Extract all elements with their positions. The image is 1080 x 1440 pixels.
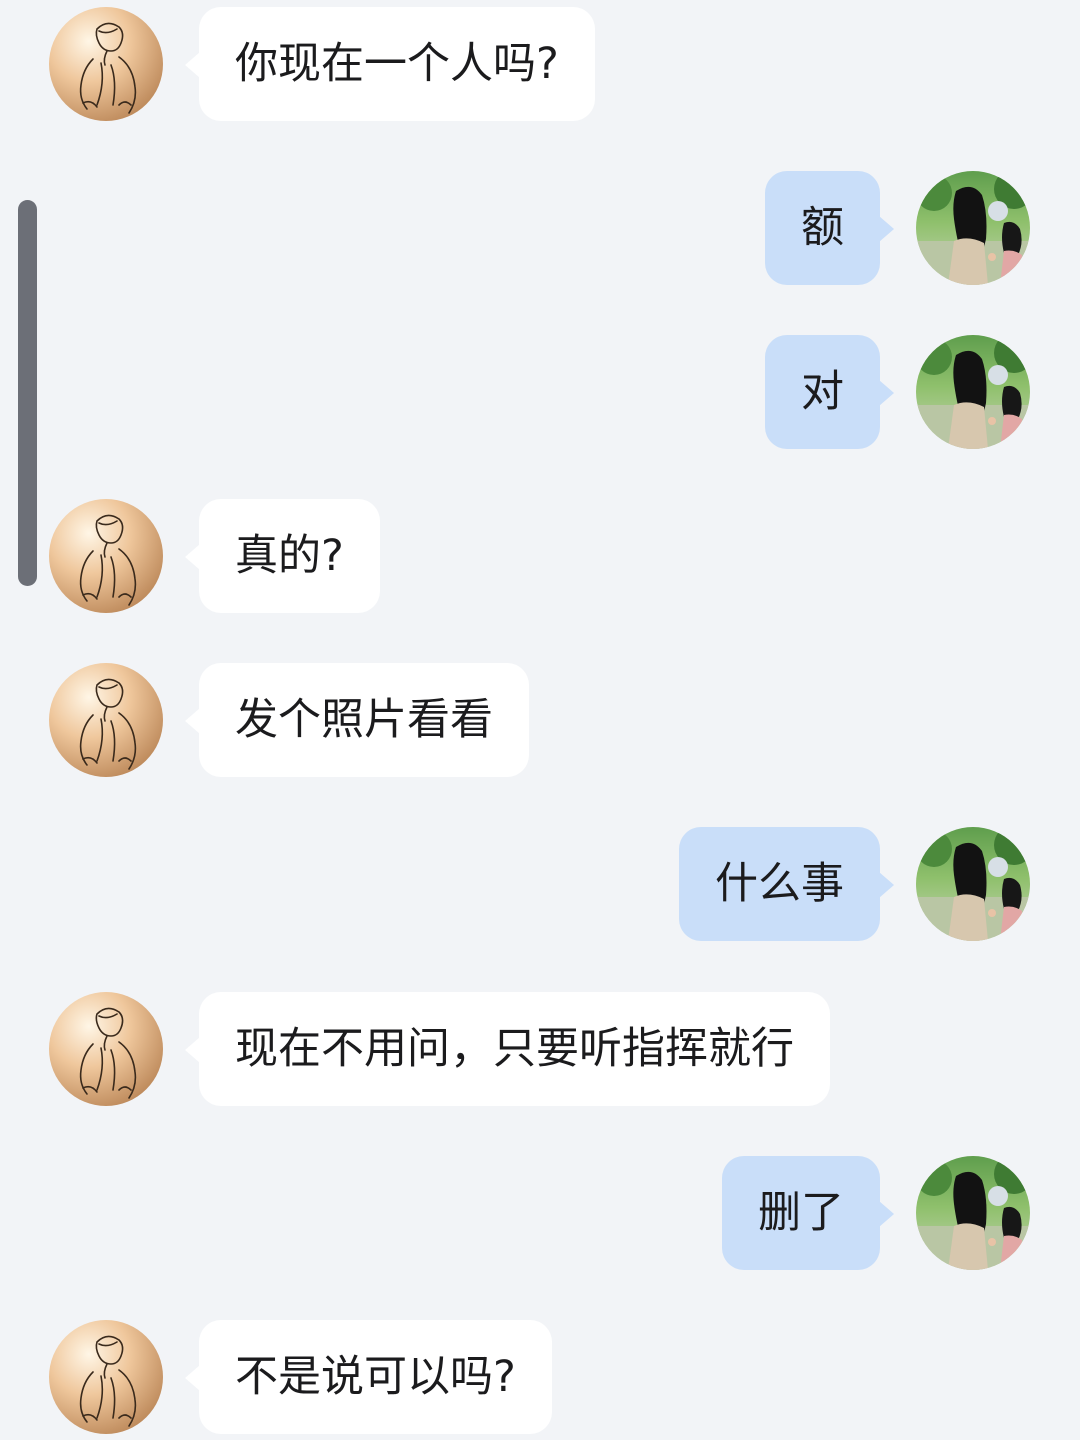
girl-photo-avatar-icon[interactable]	[916, 171, 1030, 285]
message-row-incoming: 不是说可以吗?	[0, 1313, 1080, 1434]
sketch-boy-avatar-icon[interactable]	[49, 499, 163, 613]
message-bubble[interactable]: 现在不用问，只要听指挥就行	[185, 992, 830, 1106]
message-bubble[interactable]: 什么事	[679, 827, 894, 941]
message-row-outgoing: 对	[0, 328, 1080, 449]
sketch-boy-avatar-icon[interactable]	[49, 992, 163, 1106]
girl-photo-avatar-icon[interactable]	[916, 1156, 1030, 1270]
message-bubble[interactable]: 对	[765, 335, 894, 449]
sketch-boy-avatar-icon[interactable]	[49, 7, 163, 121]
sketch-boy-avatar-icon[interactable]	[49, 663, 163, 777]
message-row-incoming: 真的?	[0, 492, 1080, 613]
message-row-incoming: 发个照片看看	[0, 656, 1080, 777]
message-row-outgoing: 额	[0, 164, 1080, 285]
message-bubble[interactable]: 你现在一个人吗?	[185, 7, 595, 121]
girl-photo-avatar-icon[interactable]	[916, 827, 1030, 941]
message-row-incoming: 你现在一个人吗?	[0, 0, 1080, 121]
girl-photo-avatar-icon[interactable]	[916, 335, 1030, 449]
sketch-boy-avatar-icon[interactable]	[49, 1320, 163, 1434]
message-row-outgoing: 删了	[0, 1149, 1080, 1270]
message-row-incoming: 现在不用问，只要听指挥就行	[0, 985, 1080, 1106]
message-bubble[interactable]: 不是说可以吗?	[185, 1320, 552, 1434]
message-row-outgoing: 什么事	[0, 820, 1080, 941]
message-bubble[interactable]: 删了	[722, 1156, 894, 1270]
message-bubble[interactable]: 发个照片看看	[185, 663, 529, 777]
chat-window: 你现在一个人吗? 额 对 真的? 发个照片看看 什么事 现在不用问，只要听指挥就…	[0, 0, 1080, 1440]
message-bubble[interactable]: 真的?	[185, 499, 380, 613]
message-bubble[interactable]: 额	[765, 171, 894, 285]
